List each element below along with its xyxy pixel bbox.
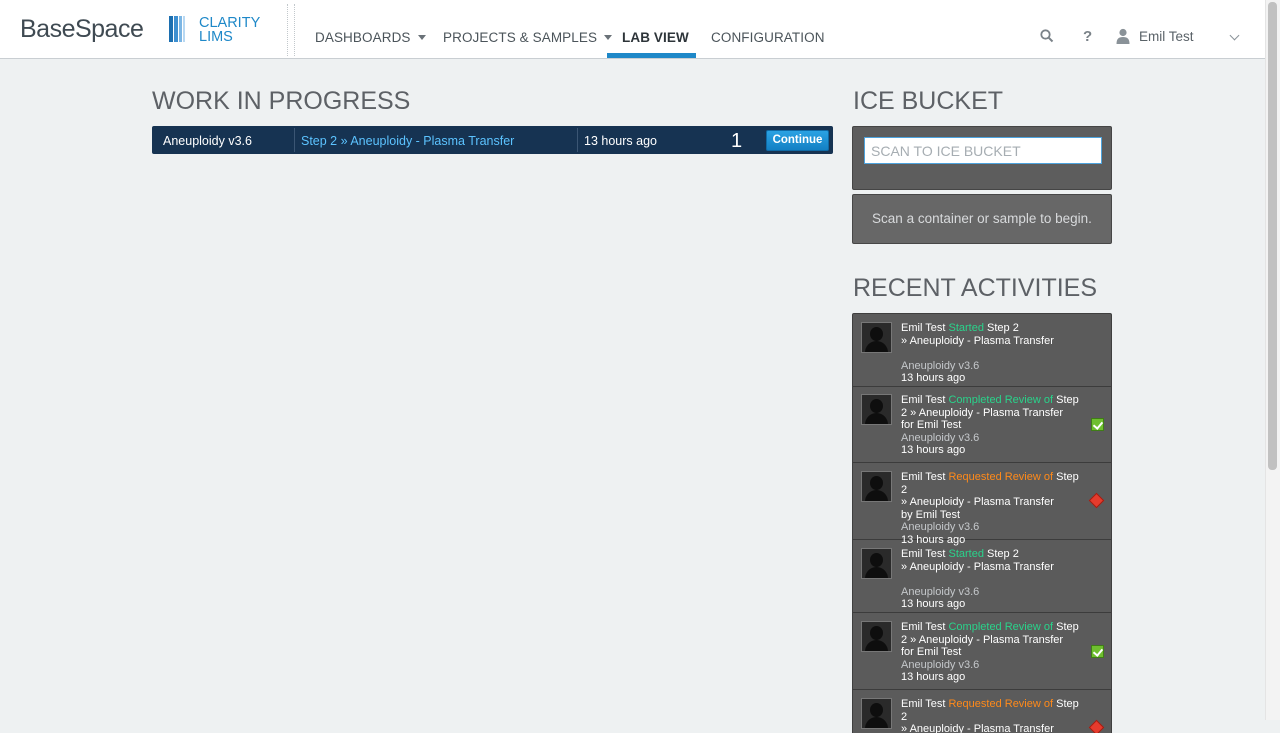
activity-project: Aneuploidy v3.6 [901,585,980,598]
activity-text: Emil Test Started Step 2 » Aneuploidy - … [901,322,1085,385]
activity-project: Aneuploidy v3.6 [901,521,980,533]
avatar [861,698,892,729]
ice-bucket-message: Scan a container or sample to begin. [852,194,1112,244]
activity-user: Emil Test [901,394,946,406]
avatar [861,394,892,425]
recent-activities-title: RECENT ACTIVITIES [853,274,1098,302]
nav-projects-samples[interactable]: PROJECTS & SAMPLES [443,0,613,58]
activity-item[interactable]: Emil Test Requested Review of Step 2 » A… [853,463,1111,546]
recent-activities-list: Emil Test Started Step 2 » Aneuploidy - … [852,313,1112,733]
flag-icon [1088,719,1105,733]
wip-time: 13 hours ago [584,134,657,148]
activity-text: Emil Test Completed Review of Step 2 » A… [901,394,1085,457]
activity-project: Aneuploidy v3.6 [901,359,980,372]
activity-user: Emil Test [901,322,946,334]
activity-step-name: 2 » Aneuploidy - Plasma Transfer [901,633,1064,646]
clarity-lims-logo[interactable]: CLARITY LIMS [199,15,261,45]
nav-dashboards[interactable]: DASHBOARDS [315,0,426,58]
activity-user: Emil Test [901,698,946,710]
caret-down-icon [604,35,613,40]
activity-verb: Requested Review of [948,698,1054,710]
activity-step-name: 2 » Aneuploidy - Plasma Transfer [901,406,1064,419]
activity-step-name: » Aneuploidy - Plasma Transfer [901,560,1054,573]
activity-item[interactable]: Emil Test Completed Review of Step 2 » A… [853,613,1111,690]
activity-text: Emil Test Completed Review of Step 2 » A… [901,621,1085,684]
activity-text: Emil Test Requested Review of Step 2 » A… [901,698,1085,733]
scrollbar-thumb[interactable] [1268,2,1277,470]
header-divider [287,4,295,56]
activity-step-name: » Aneuploidy - Plasma Transfer [901,723,1054,733]
activity-detail: by Emil Test [901,508,961,521]
activity-item[interactable]: Emil Test Started Step 2 » Aneuploidy - … [853,314,1111,387]
wip-protocol: Aneuploidy v3.6 [163,134,252,148]
activity-project: Aneuploidy v3.6 [901,431,980,444]
column-divider [577,128,578,152]
activity-time: 13 hours ago [901,444,966,456]
check-icon [1091,645,1104,658]
nav-lab-view[interactable]: LAB VIEW [622,0,689,58]
avatar [861,621,892,652]
caret-down-icon [417,35,426,40]
activity-step: Step [1056,621,1079,633]
check-icon [1091,418,1104,431]
avatar [861,471,892,502]
activity-step-name: » Aneuploidy - Plasma Transfer [901,334,1054,347]
logo-line-lims: LIMS [199,29,233,45]
wip-sample-count: 1 [731,130,743,152]
activity-user: Emil Test [901,621,946,633]
activity-item[interactable]: Emil Test Completed Review of Step 2 » A… [853,386,1111,463]
clarity-logo-icon [169,16,185,42]
column-divider [294,128,295,152]
active-tab-indicator [607,53,696,58]
wip-row[interactable]: Aneuploidy v3.6 Step 2 » Aneuploidy - Pl… [152,126,833,154]
wip-step-link[interactable]: Step 2 » Aneuploidy - Plasma Transfer [301,126,514,154]
activity-verb: Completed Review of [948,621,1054,633]
activity-time: 13 hours ago [901,671,966,683]
continue-button[interactable]: Continue [766,130,829,151]
activity-step: Step [1056,394,1079,406]
scan-to-ice-bucket-input[interactable] [864,137,1102,164]
activity-verb: Completed Review of [948,394,1054,406]
flag-icon [1088,492,1105,509]
activity-verb: Started [948,548,984,560]
ice-bucket-title: ICE BUCKET [853,87,1004,115]
activity-project: Aneuploidy v3.6 [901,658,980,671]
activity-text: Emil Test Requested Review of Step 2 » A… [901,471,1085,546]
activity-verb: Started [948,322,984,334]
nav-dashboards-label: DASHBOARDS [315,30,411,45]
chevron-down-icon[interactable] [1229,30,1240,41]
nav-configuration[interactable]: CONFIGURATION [711,0,825,58]
ice-bucket-scan-panel [852,126,1112,190]
avatar [861,322,892,353]
activity-user: Emil Test [901,471,946,483]
logo-line-clarity: CLARITY [199,15,261,31]
user-name[interactable]: Emil Test [1139,29,1194,44]
user-icon[interactable] [1115,28,1131,48]
basespace-logo[interactable]: BaseSpace [20,15,144,44]
activity-item[interactable]: Emil Test Started Step 2 » Aneuploidy - … [853,540,1111,613]
help-icon[interactable]: ? [1083,28,1092,45]
wip-title: WORK IN PROGRESS [152,87,411,115]
avatar [861,548,892,579]
activity-time: 13 hours ago [901,598,966,610]
activity-step: Step 2 [987,548,1019,560]
activity-detail: for Emil Test [901,419,962,431]
activity-step: Step 2 [987,322,1019,334]
search-icon[interactable] [1040,29,1054,47]
activity-user: Emil Test [901,548,946,560]
activity-time: 13 hours ago [901,372,966,384]
activity-item[interactable]: Emil Test Requested Review of Step 2 » A… [853,690,1111,733]
activity-step-name: » Aneuploidy - Plasma Transfer [901,496,1054,508]
activity-verb: Requested Review of [948,471,1054,483]
activity-detail: for Emil Test [901,646,962,658]
nav-projects-samples-label: PROJECTS & SAMPLES [443,30,598,45]
activity-text: Emil Test Started Step 2 » Aneuploidy - … [901,548,1085,611]
top-navigation-bar: BaseSpace CLARITY LIMS DASHBOARDS PROJEC… [0,0,1265,59]
